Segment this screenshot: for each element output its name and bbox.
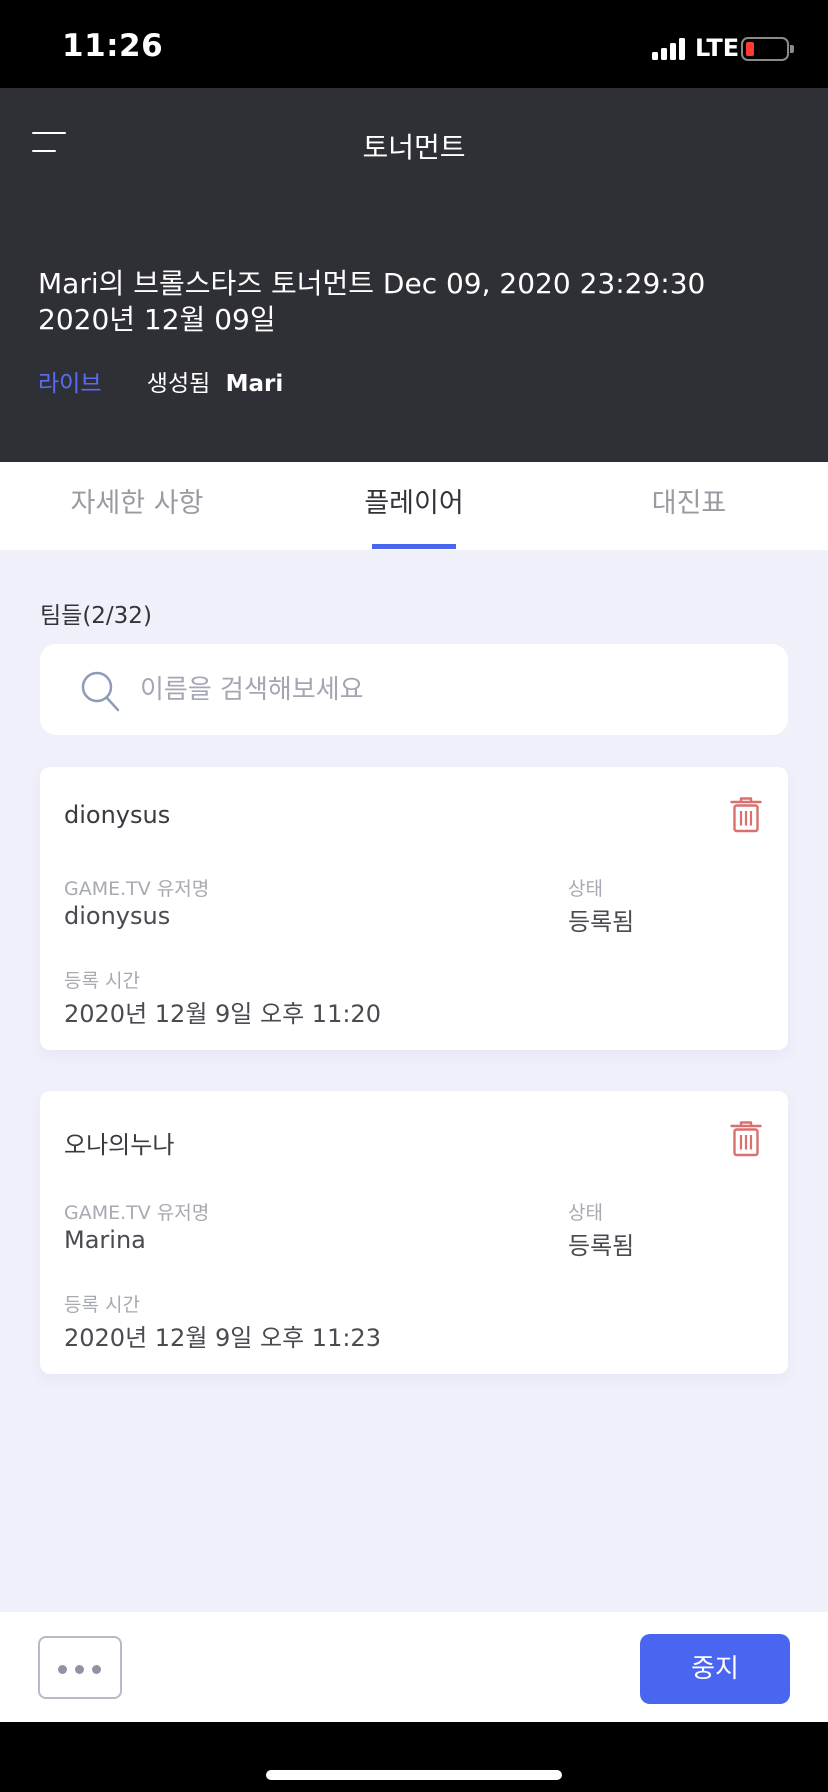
teams-count-label: 팀들(2/32) xyxy=(40,603,152,629)
network-type: LTE xyxy=(695,34,740,62)
creator-name: Mari xyxy=(225,371,284,397)
tab-bar: 자세한 사항 플레이어 대진표 xyxy=(0,462,828,550)
status-bar: 11:26 LTE xyxy=(0,0,828,88)
battery-icon xyxy=(741,37,794,61)
trash-icon[interactable] xyxy=(730,797,762,833)
status-value: 등록됨 xyxy=(568,908,635,936)
tournament-name: Mari의 브롤스타즈 토너먼트 Dec 09, 2020 23:29:30 xyxy=(38,267,706,300)
more-options-button[interactable] xyxy=(38,1636,122,1699)
cellular-signal-icon xyxy=(652,38,686,60)
active-tab-indicator xyxy=(372,544,456,549)
tab-details[interactable]: 자세한 사항 xyxy=(44,462,230,550)
tab-players[interactable]: 플레이어 xyxy=(330,462,498,550)
created-by-label: 생성됨 xyxy=(146,371,211,397)
registered-time-value: 2020년 12월 9일 오후 11:20 xyxy=(64,1000,381,1028)
status-label: 상태 xyxy=(568,1202,603,1224)
team-name: dionysus xyxy=(64,801,171,829)
tournament-date: 2020년 12월 09일 xyxy=(38,303,276,336)
registered-time-label: 등록 시간 xyxy=(64,970,140,992)
registered-time-label: 등록 시간 xyxy=(64,1294,140,1316)
team-name: 오나의누나 xyxy=(64,1131,175,1159)
tournament-title: Mari의 브롤스타즈 토너먼트 Dec 09, 2020 23:29:30 2… xyxy=(38,266,798,338)
status-time: 11:26 xyxy=(62,28,164,64)
username-value: Marina xyxy=(64,1226,146,1254)
stop-button[interactable]: 중지 xyxy=(640,1634,790,1704)
tournament-players-screen: 11:26 LTE 토너먼트 Mari의 브롤스타즈 토너먼트 Dec 09, … xyxy=(0,0,828,1792)
status-value: 등록됨 xyxy=(568,1232,635,1260)
home-area xyxy=(0,1722,828,1792)
registered-time-value: 2020년 12월 9일 오후 11:23 xyxy=(64,1324,381,1352)
tournament-header: 토너먼트 Mari의 브롤스타즈 토너먼트 Dec 09, 2020 23:29… xyxy=(0,88,828,462)
search-icon xyxy=(81,671,120,712)
status-label: 상태 xyxy=(568,878,603,900)
live-status-badge: 라이브 xyxy=(38,371,102,397)
username-label: GAME.TV 유저명 xyxy=(64,878,210,900)
more-horizontal-icon xyxy=(58,1665,67,1674)
team-card: dionysus GAME.TV 유저명 dionysus 상태 등록됨 등록 … xyxy=(40,767,788,1050)
search-input[interactable] xyxy=(140,644,760,735)
trash-icon[interactable] xyxy=(730,1121,762,1157)
home-indicator[interactable] xyxy=(266,1770,562,1780)
username-value: dionysus xyxy=(64,902,171,930)
tab-bracket[interactable]: 대진표 xyxy=(620,462,758,550)
search-box xyxy=(40,644,788,735)
page-title: 토너먼트 xyxy=(362,131,466,164)
username-label: GAME.TV 유저명 xyxy=(64,1202,210,1224)
team-card: 오나의누나 GAME.TV 유저명 Marina 상태 등록됨 등록 시간 20… xyxy=(40,1091,788,1374)
bottom-action-bar: 중지 xyxy=(0,1612,828,1722)
tournament-status-line: 라이브 생성됨 Mari xyxy=(38,364,283,398)
